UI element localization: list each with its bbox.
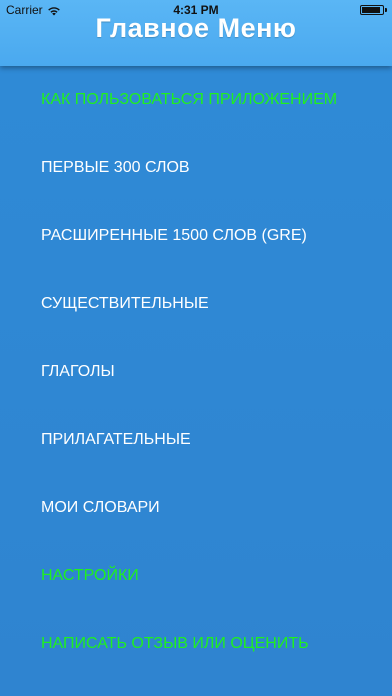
main-menu: КАК ПОЛЬЗОВАТЬСЯ ПРИЛОЖЕНИЕМ ПЕРВЫЕ 300 … bbox=[0, 66, 392, 696]
menu-item-nouns[interactable]: СУЩЕСТВИТЕЛЬНЫЕ bbox=[0, 270, 392, 338]
menu-item-how-to-use[interactable]: КАК ПОЛЬЗОВАТЬСЯ ПРИЛОЖЕНИЕМ bbox=[0, 66, 392, 134]
menu-item-extended-1500-words[interactable]: РАСШИРЕННЫЕ 1500 СЛОВ (GRE) bbox=[0, 202, 392, 270]
menu-item-my-dictionaries[interactable]: МОИ СЛОВАРИ bbox=[0, 474, 392, 542]
menu-item-settings[interactable]: НАСТРОЙКИ bbox=[0, 542, 392, 610]
menu-item-verbs[interactable]: ГЛАГОЛЫ bbox=[0, 338, 392, 406]
menu-item-review-or-rate[interactable]: НАПИСАТЬ ОТЗЫВ ИЛИ ОЦЕНИТЬ bbox=[0, 610, 392, 678]
navigation-header: Carrier 4:31 PM Главное Меню bbox=[0, 0, 392, 66]
menu-item-adjectives[interactable]: ПРИЛАГАТЕЛЬНЫЕ bbox=[0, 406, 392, 474]
menu-item-first-300-words[interactable]: ПЕРВЫЕ 300 СЛОВ bbox=[0, 134, 392, 202]
page-title: Главное Меню bbox=[95, 13, 297, 43]
